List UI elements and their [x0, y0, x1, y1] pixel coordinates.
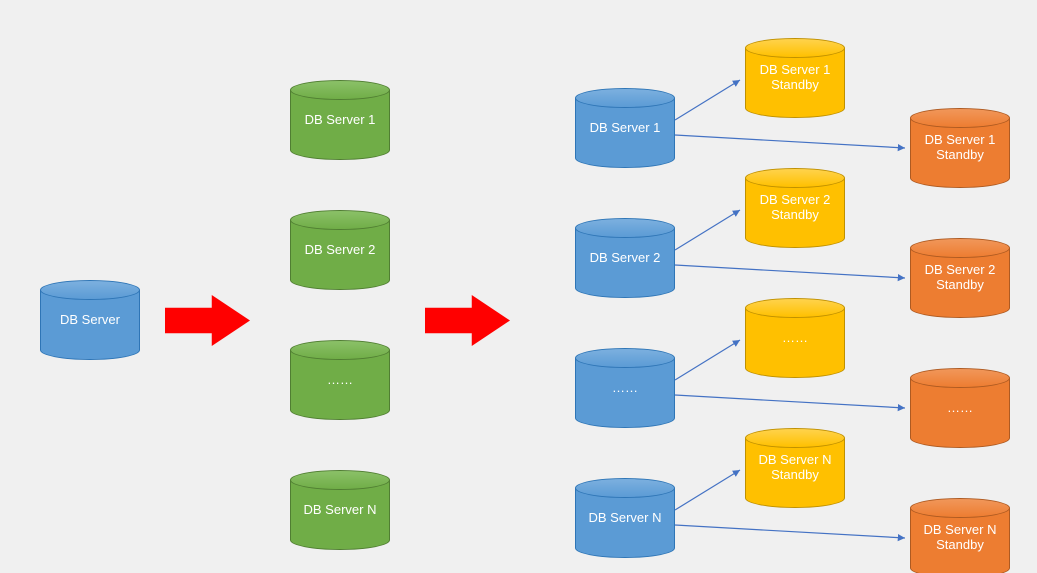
db-server-2-standby-a-label: DB Server 2 Standby	[756, 193, 835, 223]
db-server-ellipsis-primary: ……	[575, 348, 675, 428]
db-server-n-standby-a: DB Server N Standby	[745, 428, 845, 508]
db-server-ellipsis-standby-b: ……	[910, 368, 1010, 448]
db-server-shard-ellipsis: ……	[290, 340, 390, 420]
db-server-1-primary-label: DB Server 1	[586, 121, 665, 136]
db-server-shard-1: DB Server 1	[290, 80, 390, 160]
db-server-1-standby-b: DB Server 1 Standby	[910, 108, 1010, 188]
arrow-stage2-to-stage3	[425, 293, 510, 348]
db-server-1-standby-a: DB Server 1 Standby	[745, 38, 845, 118]
db-server-ellipsis-standby-a-label: ……	[778, 331, 812, 346]
db-server-1-standby-a-label: DB Server 1 Standby	[756, 63, 835, 93]
db-server-shard-n-label: DB Server N	[300, 503, 381, 518]
db-server-n-standby-a-label: DB Server N Standby	[755, 453, 836, 483]
db-server-n-primary-label: DB Server N	[585, 511, 666, 526]
arrow-stage1-to-stage2	[165, 293, 250, 348]
db-server-ellipsis-primary-label: ……	[608, 381, 642, 396]
db-server-original: DB Server	[40, 280, 140, 360]
db-server-1-primary: DB Server 1	[575, 88, 675, 168]
db-server-original-label: DB Server	[56, 313, 124, 328]
db-server-ellipsis-standby-b-label: ……	[943, 401, 977, 416]
db-server-shard-2: DB Server 2	[290, 210, 390, 290]
db-server-2-standby-a: DB Server 2 Standby	[745, 168, 845, 248]
db-server-shard-ellipsis-label: ……	[323, 373, 357, 388]
db-server-shard-n: DB Server N	[290, 470, 390, 550]
diagram-canvas: DB Server DB Server 1 DB Server 2 …… DB …	[0, 0, 1037, 573]
db-server-n-standby-b: DB Server N Standby	[910, 498, 1010, 573]
db-server-2-primary-label: DB Server 2	[586, 251, 665, 266]
db-server-1-standby-b-label: DB Server 1 Standby	[921, 133, 1000, 163]
db-server-n-standby-b-label: DB Server N Standby	[920, 523, 1001, 553]
db-server-ellipsis-standby-a: ……	[745, 298, 845, 378]
db-server-2-primary: DB Server 2	[575, 218, 675, 298]
db-server-n-primary: DB Server N	[575, 478, 675, 558]
db-server-shard-1-label: DB Server 1	[301, 113, 380, 128]
db-server-2-standby-b: DB Server 2 Standby	[910, 238, 1010, 318]
db-server-2-standby-b-label: DB Server 2 Standby	[921, 263, 1000, 293]
db-server-shard-2-label: DB Server 2	[301, 243, 380, 258]
